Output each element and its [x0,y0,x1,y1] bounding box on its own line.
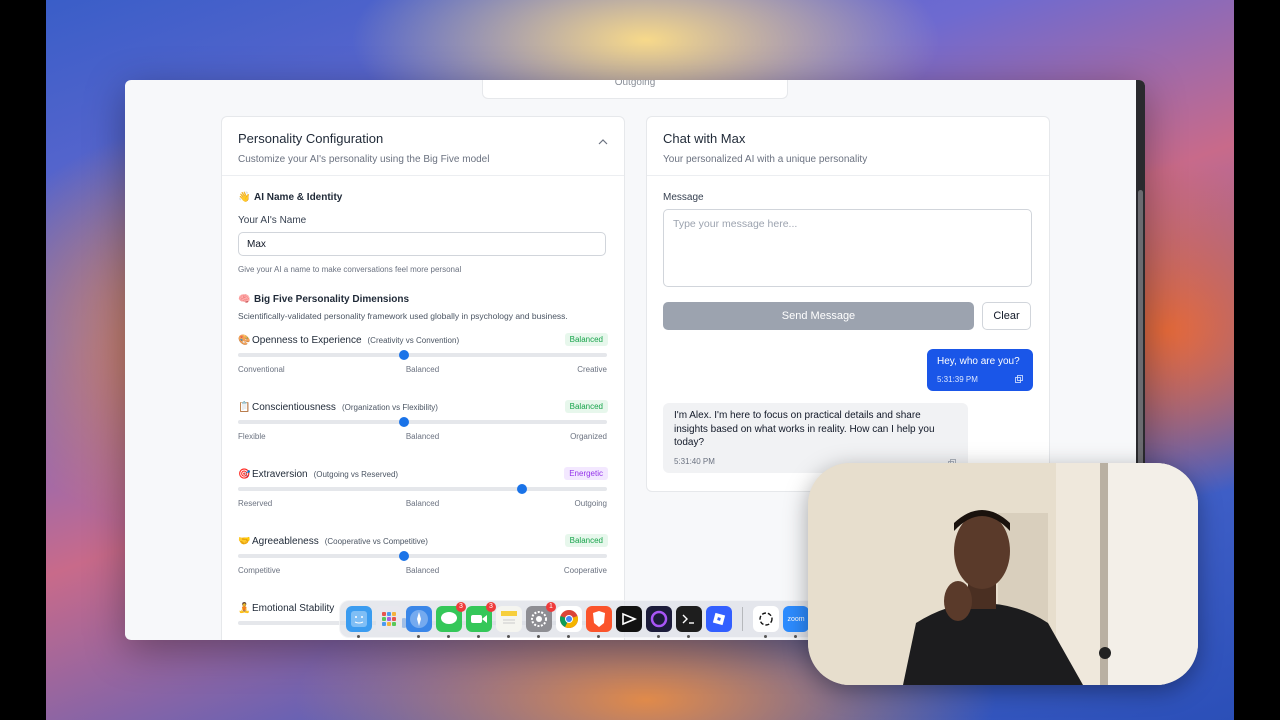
meditation-icon: 🧘 [238,602,251,614]
chat-title: Chat with Max [663,131,746,146]
personality-config-header[interactable]: Personality Configuration Customize your… [222,117,624,176]
big-five-subtitle: Scientifically-validated personality fra… [238,311,568,321]
dock-separator [742,607,743,631]
copy-icon[interactable] [1015,375,1023,383]
slider-mid-label: Balanced [405,432,440,441]
chat-subtitle: Your personalized AI with a unique perso… [663,154,868,165]
slider-low-label: Flexible [238,432,266,441]
brave-icon[interactable] [586,606,612,638]
trait-description: (Cooperative vs Competitive) [324,536,428,546]
slider-thumb[interactable] [399,551,410,561]
trait-extraversion: 🎯 Extraversion (Outgoing vs Reserved) En… [238,466,608,522]
trait-name: Conscientiousness [252,401,336,413]
trait-badge: Balanced [564,400,608,413]
agreeableness-slider[interactable] [238,551,607,561]
slider-low-label: Reserved [238,499,273,508]
capcut-icon[interactable] [616,606,642,632]
trait-badge: Balanced [564,333,608,346]
webcam-overlay [808,463,1198,685]
notes-icon[interactable] [496,606,522,638]
slider-high-label: Cooperative [563,566,607,575]
chat-card: Chat with Max Your personalized AI with … [646,116,1050,492]
system-settings-icon[interactable]: 1 [526,602,556,638]
safari-icon[interactable] [406,606,432,638]
user-message-time: 5:31:39 PM [937,375,978,384]
slider-mid-label: Balanced [405,566,440,575]
roblox-studio-icon[interactable] [706,606,732,632]
launchpad-icon[interactable] [376,606,402,632]
previous-trait-label: Outgoing [614,80,656,88]
settings-badge: 1 [546,602,556,612]
wave-icon: 👋 [238,192,251,203]
trait-agreeableness: 🤝 Agreeableness (Cooperative vs Competit… [238,533,608,589]
palette-icon: 🎨 [238,334,251,346]
slider-low-label: Conventional [238,365,285,374]
chat-header: Chat with Max Your personalized AI with … [647,117,1049,176]
trait-badge: Balanced [564,534,608,547]
slider-high-label: Outgoing [574,499,607,508]
ai-name-hint: Give your AI a name to make conversation… [238,265,462,274]
slider-low-label: Competitive [238,566,281,575]
slider-mid-label: Balanced [405,499,440,508]
trait-badge: Energetic [564,467,608,480]
chrome-icon[interactable] [556,606,582,638]
previous-trait-card: Outgoing [482,80,788,99]
ai-name-input[interactable]: Max [238,232,606,256]
trait-openness: 🎨 Openness to Experience (Creativity vs … [238,332,608,388]
trait-conscientiousness: 📋 Conscientiousness (Organization vs Fle… [238,399,608,455]
slider-thumb[interactable] [399,350,410,360]
chevron-up-icon[interactable] [598,139,608,145]
trait-name: Openness to Experience [252,334,362,346]
chatgpt-icon[interactable] [753,606,779,638]
extraversion-slider[interactable] [238,484,607,494]
zoom-label: zoom [787,615,805,623]
facetime-icon[interactable]: 3 [466,602,496,638]
conscientiousness-slider[interactable] [238,417,607,427]
personality-config-subtitle: Customize your AI's personality using th… [238,154,490,165]
message-label: Message [663,192,704,203]
slider-high-label: Creative [577,365,607,374]
brain-icon: 🧠 [238,294,251,305]
personality-config-title: Personality Configuration [238,131,384,146]
trait-description: (Creativity vs Convention) [367,335,460,345]
messages-badge: 3 [456,602,466,612]
terminal-icon[interactable] [676,606,702,638]
personality-config-card: Personality Configuration Customize your… [221,116,625,640]
facetime-badge: 3 [486,602,496,612]
trait-name: Emotional Stability [252,602,335,614]
ai-message-text: I'm Alex. I'm here to focus on practical… [674,410,935,448]
big-five-title-text: Big Five Personality Dimensions [254,294,410,305]
macos-dock: 3 3 1 zoom [339,600,817,638]
webcam-feed [808,463,1198,685]
identity-section-title: 👋 AI Name & Identity [238,192,608,203]
clipboard-icon: 📋 [238,401,251,413]
slider-thumb[interactable] [399,417,410,427]
message-input[interactable]: Type your message here... [663,209,1032,287]
slider-mid-label: Balanced [405,365,440,374]
ai-name-label: Your AI's Name [238,215,307,226]
user-message-text: Hey, who are you? [937,356,1020,367]
trait-description: (Organization vs Flexibility) [341,402,438,412]
target-icon: 🎯 [238,468,251,480]
trait-description: (Outgoing vs Reserved) [313,469,399,479]
user-message-bubble: Hey, who are you? 5:31:39 PM [927,349,1033,391]
slider-thumb[interactable] [517,484,528,494]
chat-body: Message Type your message here... Send M… [647,176,1049,473]
finder-icon[interactable] [346,606,372,638]
slider-high-label: Organized [570,432,607,441]
send-message-button[interactable]: Send Message [663,302,974,330]
identity-title-text: AI Name & Identity [254,192,343,203]
trait-name: Extraversion [252,468,308,480]
messages-icon[interactable]: 3 [436,602,466,638]
personality-config-body: 👋 AI Name & Identity Your AI's Name Max … [222,176,624,640]
handshake-icon: 🤝 [238,535,251,547]
big-five-section-title: 🧠 Big Five Personality Dimensions [238,294,608,305]
arc-browser-icon[interactable] [646,606,672,638]
openness-slider[interactable] [238,350,607,360]
trait-name: Agreeableness [252,535,319,547]
zoom-icon[interactable]: zoom [783,606,809,638]
clear-button[interactable]: Clear [982,302,1031,330]
